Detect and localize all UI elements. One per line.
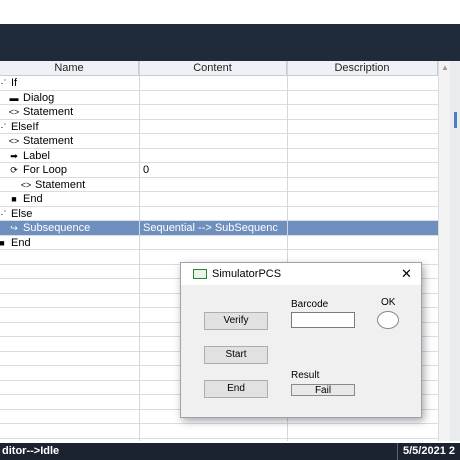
table-row[interactable] xyxy=(0,424,438,439)
barcode-label: Barcode xyxy=(291,299,329,310)
row-content-cell xyxy=(143,207,286,221)
row-content-cell xyxy=(143,192,286,206)
statement-icon: <> xyxy=(8,136,20,146)
table-row[interactable]: <> Statement xyxy=(0,134,438,149)
row-name: Label xyxy=(23,149,50,162)
ok-label: OK xyxy=(381,297,396,308)
start-button[interactable]: Start xyxy=(204,346,268,364)
row-name-cell: ■ End xyxy=(8,192,43,206)
dialog-icon: ▬ xyxy=(9,92,19,103)
row-name: Else xyxy=(11,207,33,220)
row-content-cell xyxy=(143,91,286,105)
status-divider xyxy=(397,443,398,460)
elseif-icon: ⋰ xyxy=(0,121,7,132)
row-name-cell: ⋰ If xyxy=(0,76,17,90)
row-name: For Loop xyxy=(23,164,68,176)
column-header-content[interactable]: Content xyxy=(139,61,287,76)
row-content-cell xyxy=(143,134,286,148)
if-icon: ⋰ xyxy=(0,78,7,88)
table-row[interactable] xyxy=(0,439,438,442)
column-divider xyxy=(139,61,140,441)
row-content-cell xyxy=(143,149,286,163)
table-row[interactable]: ↪ Subsequence Sequential --> SubSequenc xyxy=(0,221,438,236)
dialog-title: SimulatorPCS xyxy=(212,268,282,280)
table-row[interactable]: ⟳ For Loop 0 xyxy=(0,163,438,178)
table-row[interactable]: ➡ Label xyxy=(0,149,438,163)
ok-indicator-icon xyxy=(377,311,399,329)
row-content-cell xyxy=(143,178,286,192)
row-name-cell: ⟳ For Loop xyxy=(8,163,67,177)
row-name-cell: ⋰ ElseIf xyxy=(0,120,39,134)
row-content-cell xyxy=(143,105,286,119)
barcode-input[interactable] xyxy=(291,312,355,328)
statement-icon: <> xyxy=(8,107,20,117)
row-name: Subsequence xyxy=(23,222,91,234)
table-row[interactable]: ■ End xyxy=(0,236,438,250)
verify-button[interactable]: Verify xyxy=(204,312,268,330)
row-name: Statement xyxy=(35,178,86,191)
row-name-cell: <> Statement xyxy=(8,134,73,148)
row-name-cell: <> Statement xyxy=(20,178,85,192)
row-name-cell: ⋰ Else xyxy=(0,207,32,221)
row-content-cell xyxy=(143,76,286,90)
else-icon: ⋰ xyxy=(0,208,7,219)
for-loop-icon: ⟳ xyxy=(10,165,18,175)
end-icon: ■ xyxy=(11,194,17,204)
row-content-cell xyxy=(143,236,286,250)
end-icon: ■ xyxy=(0,237,5,248)
row-name: Dialog xyxy=(23,91,55,104)
row-content-cell: Sequential --> SubSequenc xyxy=(143,222,278,234)
row-name: End xyxy=(23,193,43,205)
editor-header-bar xyxy=(0,24,460,61)
row-name: End xyxy=(11,236,31,249)
row-name-cell: <> Statement xyxy=(8,105,73,119)
close-icon[interactable]: ✕ xyxy=(401,266,412,282)
label-icon: ➡ xyxy=(10,150,18,161)
status-text: ditor-->Idle xyxy=(2,445,60,457)
row-content-cell: 0 xyxy=(143,164,150,176)
row-name-cell: ■ End xyxy=(0,236,31,250)
column-header-name[interactable]: Name xyxy=(0,61,139,76)
dialog-titlebar[interactable]: SimulatorPCS ✕ xyxy=(181,263,421,285)
table-row[interactable]: ⋰ If xyxy=(0,76,438,91)
simulator-dialog: SimulatorPCS ✕ Verify Start End Barcode … xyxy=(180,262,422,418)
right-panel-marker xyxy=(454,112,457,128)
app-icon xyxy=(193,269,207,279)
row-name: ElseIf xyxy=(11,120,39,133)
column-header-description[interactable]: Description xyxy=(287,61,438,76)
row-name: Statement xyxy=(23,135,74,147)
result-value: Fail xyxy=(291,384,355,396)
table-row[interactable]: <> Statement xyxy=(0,105,438,120)
end-button[interactable]: End xyxy=(204,380,268,398)
scroll-up-icon[interactable]: ▲ xyxy=(441,63,449,72)
row-name: If xyxy=(11,77,18,89)
status-bar: ditor-->Idle 5/5/2021 2 xyxy=(0,443,460,460)
row-name: Statement xyxy=(23,106,74,118)
table-row[interactable]: <> Statement xyxy=(0,178,438,192)
row-content-cell xyxy=(143,120,286,134)
row-name-cell: ➡ Label xyxy=(8,149,50,163)
result-label: Result xyxy=(291,370,320,381)
table-row[interactable]: ■ End xyxy=(0,192,438,207)
top-toolbar-area xyxy=(0,0,460,24)
status-datetime: 5/5/2021 2 xyxy=(403,445,455,457)
subsequence-icon: ↪ xyxy=(10,223,18,233)
table-row[interactable]: ⋰ ElseIf xyxy=(0,120,438,134)
row-name-cell: ▬ Dialog xyxy=(8,91,55,105)
table-row[interactable]: ▬ Dialog xyxy=(0,91,438,105)
table-row[interactable]: ⋰ Else xyxy=(0,207,438,221)
statement-icon: <> xyxy=(20,179,32,190)
row-name-cell: ↪ Subsequence xyxy=(8,221,90,235)
